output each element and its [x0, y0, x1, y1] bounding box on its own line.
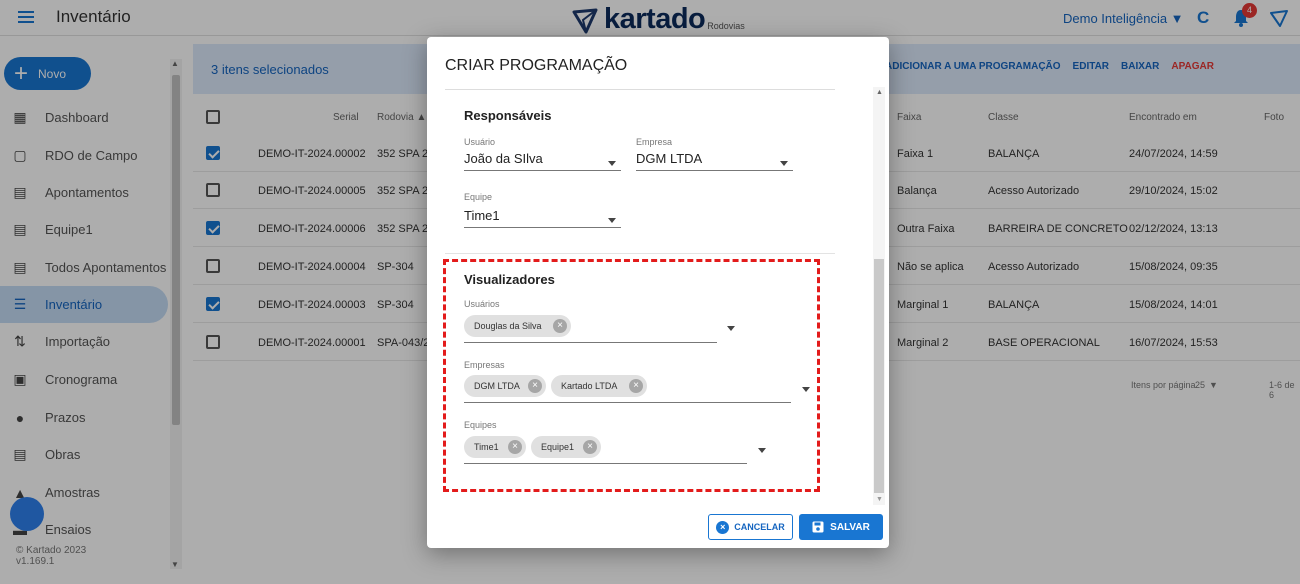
usuario-value: João da SIlva: [464, 151, 543, 166]
cancel-button[interactable]: × CANCELAR: [708, 514, 793, 540]
remove-chip-icon[interactable]: ×: [528, 379, 542, 393]
chevron-down-icon[interactable]: [608, 218, 616, 223]
scroll-down-icon[interactable]: ▼: [876, 496, 883, 503]
dialog-title: CRIAR PROGRAMAÇÃO: [445, 57, 628, 74]
empresa-value: DGM LTDA: [636, 151, 703, 166]
section-title-responsaveis: Responsáveis: [464, 108, 552, 123]
empresas-label: Empresas: [464, 360, 505, 370]
floppy-disk-icon: [812, 521, 824, 533]
chevron-down-icon[interactable]: [802, 387, 810, 392]
remove-chip-icon[interactable]: ×: [553, 319, 567, 333]
section-divider: [445, 253, 835, 254]
chevron-down-icon[interactable]: [608, 161, 616, 166]
usuarios-multiselect[interactable]: Douglas da Silva ×: [464, 315, 717, 343]
usuarios-label: Usuários: [464, 299, 500, 309]
equipe-label: Equipe: [464, 192, 493, 202]
remove-chip-icon[interactable]: ×: [583, 440, 597, 454]
usuario-select[interactable]: João da SIlva: [464, 151, 621, 171]
save-button-label: SALVAR: [830, 521, 870, 533]
chip-label: Douglas da Silva: [474, 321, 542, 331]
equipe-select[interactable]: Time1: [464, 208, 621, 228]
chip-equipe: Equipe1 ×: [531, 436, 601, 458]
section-title-visualizadores: Visualizadores: [464, 272, 555, 287]
chip-label: Time1: [474, 442, 499, 452]
empresa-select[interactable]: DGM LTDA: [636, 151, 793, 171]
chip-label: DGM LTDA: [474, 381, 520, 391]
chip-label: Kartado LTDA: [561, 381, 618, 391]
dialog-scrollbar[interactable]: ▲ ▼: [873, 87, 885, 505]
divider: [445, 89, 835, 90]
save-button[interactable]: SALVAR: [799, 514, 883, 540]
close-circle-icon: ×: [716, 520, 730, 534]
chevron-down-icon[interactable]: [727, 326, 735, 331]
chip-empresa: DGM LTDA ×: [464, 375, 546, 397]
usuario-label: Usuário: [464, 137, 496, 147]
chevron-down-icon[interactable]: [780, 161, 788, 166]
chip-empresa: Kartado LTDA ×: [551, 375, 647, 397]
equipe-value: Time1: [464, 208, 500, 223]
empresa-label: Empresa: [636, 137, 673, 147]
chevron-down-icon[interactable]: [758, 448, 766, 453]
chip-label: Equipe1: [541, 442, 575, 452]
remove-chip-icon[interactable]: ×: [629, 379, 643, 393]
remove-chip-icon[interactable]: ×: [508, 440, 522, 454]
chip-usuario: Douglas da Silva ×: [464, 315, 571, 337]
chip-equipe: Time1 ×: [464, 436, 526, 458]
create-schedule-dialog: CRIAR PROGRAMAÇÃO Responsáveis Usuário J…: [427, 37, 889, 548]
equipes-label: Equipes: [464, 420, 497, 430]
empresas-multiselect[interactable]: DGM LTDA × Kartado LTDA ×: [464, 375, 791, 403]
equipes-multiselect[interactable]: Time1 × Equipe1 ×: [464, 436, 747, 464]
scroll-up-icon[interactable]: ▲: [876, 89, 883, 96]
cancel-button-label: CANCELAR: [734, 522, 785, 532]
scrollbar-thumb[interactable]: [874, 259, 884, 493]
